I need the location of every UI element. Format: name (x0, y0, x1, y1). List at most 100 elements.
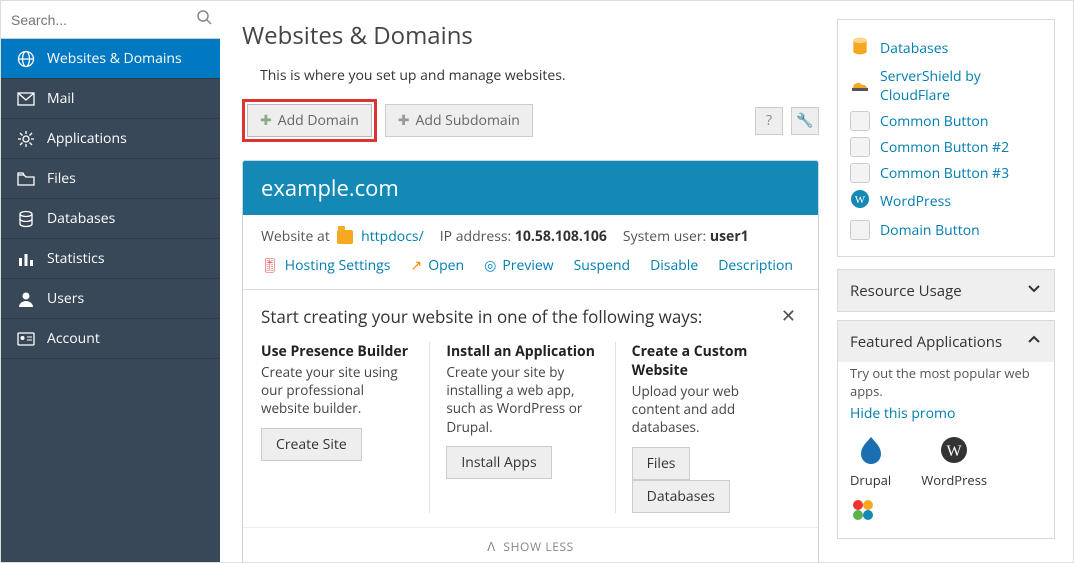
app-label: WordPress (921, 471, 987, 489)
disable-link[interactable]: Disable (650, 256, 698, 275)
resource-usage-toggle[interactable]: Resource Usage (837, 269, 1055, 312)
sidebar-item-label: Account (47, 329, 100, 348)
drupal-icon (854, 433, 888, 467)
right-tool-common-button[interactable]: Common Button (850, 111, 1042, 131)
close-icon: ✕ (781, 304, 796, 328)
search-icon[interactable] (196, 9, 212, 30)
doc-root-link[interactable]: httpdocs/ (361, 227, 424, 246)
option-title: Create a Custom Website (632, 342, 784, 380)
chevron-up-icon (1026, 331, 1042, 352)
hosting-settings-link[interactable]: 🎚 Hosting Settings (261, 256, 390, 275)
sidebar-item-label: Applications (47, 129, 127, 148)
creator-option-install-app: Install an Application Create your site … (429, 342, 614, 513)
square-icon (850, 111, 870, 131)
featured-app-joomla[interactable] (850, 497, 1042, 528)
folder-icon (17, 170, 35, 188)
sysuser-value: user1 (710, 227, 749, 246)
wordpress-icon: W (937, 433, 971, 467)
close-creator-button[interactable]: ✕ (777, 304, 800, 328)
option-desc: Create your site using our professional … (261, 363, 413, 418)
add-domain-button[interactable]: ✚ Add Domain (247, 104, 372, 137)
sidebar-item-label: Mail (47, 89, 74, 108)
suspend-link[interactable]: Suspend (574, 256, 631, 275)
sidebar-item-files[interactable]: Files (1, 159, 220, 199)
show-less-toggle[interactable]: ᐱ SHOW LESS (243, 527, 818, 562)
right-tool-common-button-3[interactable]: Common Button #3 (850, 163, 1042, 183)
sidebar-item-databases[interactable]: Databases (1, 199, 220, 239)
add-subdomain-button[interactable]: ✚ Add Subdomain (385, 104, 533, 137)
creator-option-custom: Create a Custom Website Upload your web … (615, 342, 800, 513)
joomla-icon (850, 509, 876, 528)
option-title: Install an Application (446, 342, 598, 361)
ip-label: IP address: (440, 227, 511, 246)
app-label: Drupal (850, 471, 891, 489)
wrench-icon: 🔧 (796, 111, 813, 130)
right-tool-servershield[interactable]: ServerShield by CloudFlare (850, 67, 1042, 105)
hide-promo-link[interactable]: Hide this promo (850, 404, 955, 423)
link-label: Common Button #2 (880, 138, 1009, 157)
open-link[interactable]: ↗ Open (410, 256, 464, 275)
link-label: ServerShield by CloudFlare (880, 67, 1042, 105)
create-site-button[interactable]: Create Site (261, 428, 362, 461)
settings-button[interactable]: 🔧 (791, 107, 819, 135)
sidebar-item-applications[interactable]: Applications (1, 119, 220, 159)
ip-value: 10.58.108.106 (515, 227, 607, 246)
sidebar-item-label: Databases (47, 209, 115, 228)
sidebar-item-account[interactable]: Account (1, 319, 220, 359)
database-icon (850, 36, 870, 61)
domain-info-line: Website at httpdocs/ IP address: 10.58.1… (261, 227, 800, 246)
sliders-icon: 🎚 (261, 256, 279, 275)
featured-app-wordpress[interactable]: W WordPress (921, 433, 987, 489)
sidebar-item-statistics[interactable]: Statistics (1, 239, 220, 279)
search-input[interactable] (9, 11, 196, 29)
database-icon (17, 210, 35, 228)
domain-name: example.com (261, 173, 399, 203)
plus-icon: ✚ (260, 111, 272, 130)
sidebar-item-label: Statistics (47, 249, 105, 268)
files-button[interactable]: Files (632, 447, 691, 480)
svg-text:W: W (855, 194, 866, 206)
square-icon (850, 163, 870, 183)
databases-button[interactable]: Databases (632, 480, 730, 513)
option-desc: Create your site by installing a web app… (446, 363, 598, 436)
creator-option-presence-builder: Use Presence Builder Create your site us… (261, 342, 429, 513)
eye-icon: ◎ (484, 256, 496, 275)
search-box[interactable] (1, 1, 220, 39)
featured-app-drupal[interactable]: Drupal (850, 433, 891, 489)
sidebar-item-websites-domains[interactable]: Websites & Domains (1, 39, 220, 79)
link-label: Domain Button (880, 221, 980, 240)
right-tool-domain-button[interactable]: Domain Button (850, 220, 1042, 240)
right-tool-databases[interactable]: Databases (850, 36, 1042, 61)
sidebar-item-mail[interactable]: Mail (1, 79, 220, 119)
cloudflare-icon (850, 74, 870, 99)
link-label: Databases (880, 39, 948, 58)
external-icon: ↗ (410, 256, 422, 275)
website-at-label: Website at (261, 227, 330, 246)
link-label: Preview (502, 256, 553, 275)
link-label: Hosting Settings (285, 256, 391, 275)
right-tool-common-button-2[interactable]: Common Button #2 (850, 137, 1042, 157)
square-icon (850, 137, 870, 157)
wordpress-icon: W (850, 189, 870, 214)
domain-header[interactable]: example.com (243, 161, 818, 215)
show-less-label: SHOW LESS (503, 538, 573, 555)
button-label: Add Subdomain (416, 111, 520, 130)
preview-link[interactable]: ◎ Preview (484, 256, 553, 275)
domain-panel: example.com Website at httpdocs/ IP addr… (242, 160, 819, 562)
option-desc: Upload your web content and add database… (632, 382, 784, 437)
sidebar-item-label: Files (47, 169, 76, 188)
option-title: Use Presence Builder (261, 342, 413, 361)
page-title: Websites & Domains (242, 19, 819, 52)
right-tool-wordpress[interactable]: W WordPress (850, 189, 1042, 214)
install-apps-button[interactable]: Install Apps (446, 446, 551, 479)
bars-icon (17, 250, 35, 268)
featured-apps-body: Try out the most popular web apps. Hide … (837, 354, 1055, 539)
sidebar-item-label: Users (47, 289, 84, 308)
page-subtitle: This is where you set up and manage webs… (260, 66, 819, 85)
creator-heading: Start creating your website in one of th… (261, 305, 702, 328)
toolbar: ✚ Add Domain ✚ Add Subdomain ? 🔧 (242, 99, 819, 142)
sidebar-item-users[interactable]: Users (1, 279, 220, 319)
description-link[interactable]: Description (718, 256, 793, 275)
highlight-add-domain: ✚ Add Domain (242, 99, 377, 142)
help-button[interactable]: ? (755, 107, 783, 135)
